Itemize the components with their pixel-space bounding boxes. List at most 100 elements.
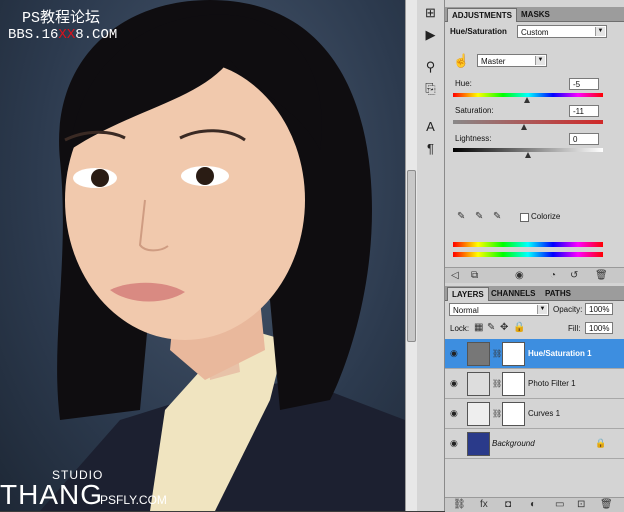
blend-mode-dropdown[interactable]: Normal ▼	[449, 303, 549, 316]
tab-layers[interactable]: LAYERS	[447, 287, 489, 301]
chevron-down-icon: ▼	[595, 27, 605, 36]
right-panels: ADJUSTMENTS MASKS Hue/Saturation Custom ▼…	[445, 0, 624, 512]
background-thumbnail	[467, 432, 490, 456]
tab-paths[interactable]: PATHS	[541, 287, 575, 300]
new-adjustment-icon[interactable]: ◐	[530, 499, 536, 511]
preset-value: Custom	[521, 28, 549, 37]
hue-slider-thumb[interactable]	[523, 97, 530, 103]
targeted-adjustment-icon[interactable]: ☝	[453, 54, 469, 67]
saturation-slider-track[interactable]	[453, 120, 603, 124]
eye-icon[interactable]: ◉	[450, 438, 458, 449]
eyedropper-plus-icon[interactable]: ✎	[475, 211, 483, 223]
adjustment-thumbnail	[467, 342, 490, 366]
eyedropper-icon[interactable]: ✎	[457, 211, 465, 223]
layer-row[interactable]: ◉ ⛓ Photo Filter 1	[445, 369, 624, 399]
lock-icon: 🔒	[595, 438, 607, 448]
colorize-label: Colorize	[531, 212, 561, 221]
eye-icon[interactable]: ◉	[450, 348, 458, 359]
eyedropper-minus-icon[interactable]: ✎	[493, 211, 501, 223]
chain-link-icon[interactable]: ⛓	[492, 348, 502, 360]
layer-style-icon[interactable]: fx	[480, 499, 488, 511]
watermark-title: PS教程论坛	[22, 10, 101, 27]
lock-transparency-icon[interactable]: ▦	[474, 322, 483, 334]
brushes-icon[interactable]: ⚲	[421, 58, 440, 75]
tab-masks[interactable]: MASKS	[517, 8, 554, 21]
layers-footer: ⛓ fx ◘ ◐ ▭ ⊡ 🗑	[445, 497, 624, 512]
tab-channels[interactable]: CHANNELS	[487, 287, 539, 300]
adjustment-title: Hue/Saturation	[450, 27, 507, 36]
watermark-url-a: BBS.16	[8, 27, 59, 43]
view-previous-icon[interactable]: ◔	[550, 270, 556, 282]
adjustments-footer: ◁ ⧉ ◉ ◔ ↺ 🗑	[445, 267, 624, 283]
fill-input[interactable]: 100%	[585, 322, 613, 334]
clip-layer-icon[interactable]: ⧉	[471, 270, 478, 282]
watermark: PS教程论坛 BBS.16XX8.COM	[8, 6, 117, 43]
chevron-down-icon: ▼	[537, 305, 547, 314]
hue-label: Hue:	[455, 79, 472, 88]
chain-link-icon[interactable]: ⛓	[492, 378, 502, 390]
blend-mode-value: Normal	[453, 306, 479, 315]
watermark-url-b: XX	[58, 27, 76, 43]
mask-thumbnail[interactable]	[502, 372, 525, 396]
canvas-scroll-thumb[interactable]	[407, 170, 416, 342]
adjustments-tabbar: ADJUSTMENTS MASKS	[445, 7, 624, 22]
clone-source-icon[interactable]: ⎘	[421, 80, 440, 97]
saturation-label: Saturation:	[455, 106, 494, 115]
back-arrow-icon[interactable]: ◁	[451, 270, 459, 282]
delete-icon[interactable]: 🗑	[595, 270, 608, 282]
actions-icon[interactable]: ▶	[421, 26, 440, 43]
panel-dock-strip: ⊞ ▶ ⚲ ⎘ A ¶	[417, 0, 445, 511]
new-layer-icon[interactable]: ⊡	[577, 499, 585, 511]
lightness-input[interactable]: 0	[569, 133, 599, 145]
layer-name[interactable]: Background	[492, 439, 535, 448]
signature-thang: THANG	[0, 479, 103, 510]
hue-input[interactable]: -5	[569, 78, 599, 90]
mask-thumbnail[interactable]	[502, 342, 525, 366]
mask-thumbnail[interactable]	[502, 402, 525, 426]
hue-bar-bottom	[453, 252, 603, 257]
link-layers-icon[interactable]: ⛓	[453, 499, 466, 511]
layers-tabbar: LAYERS CHANNELS PATHS	[445, 286, 624, 301]
lock-label: Lock:	[450, 324, 470, 333]
layer-row[interactable]: ◉ ⛓ Hue/Saturation 1	[445, 339, 624, 369]
layer-row[interactable]: ◉ ⛓ Curves 1	[445, 399, 624, 429]
portrait-photo	[40, 0, 405, 511]
adjustment-thumbnail	[467, 402, 490, 426]
channel-value: Master	[481, 57, 506, 66]
reset-icon[interactable]: ↺	[570, 270, 578, 282]
lock-position-icon[interactable]: ✥	[500, 322, 508, 334]
document-canvas[interactable]: PS教程论坛 BBS.16XX8.COM STUDIO THANG PSFLY.…	[0, 0, 405, 511]
lightness-slider-thumb[interactable]	[525, 152, 531, 158]
paragraph-icon[interactable]: ¶	[421, 140, 440, 157]
watermark-url: BBS.16XX8.COM	[8, 27, 117, 43]
new-group-icon[interactable]: ▭	[555, 499, 564, 511]
saturation-input[interactable]: -11	[569, 105, 599, 117]
eye-icon[interactable]: ◉	[450, 378, 458, 389]
lock-pixels-icon[interactable]: ✎	[487, 322, 495, 334]
lock-all-icon[interactable]: 🔒	[513, 322, 525, 334]
watermark-url-c: 8.COM	[75, 27, 118, 43]
opacity-input[interactable]: 100%	[585, 303, 613, 315]
visibility-icon[interactable]: ◉	[515, 270, 524, 282]
preset-dropdown[interactable]: Custom ▼	[517, 25, 607, 38]
chain-link-icon[interactable]: ⛓	[492, 408, 502, 420]
saturation-slider-thumb[interactable]	[520, 124, 527, 130]
chevron-down-icon: ▼	[535, 56, 545, 65]
history-icon[interactable]: ⊞	[421, 4, 440, 21]
lightness-label: Lightness:	[455, 134, 492, 143]
hue-bar-top	[453, 242, 603, 247]
character-icon[interactable]: A	[421, 118, 440, 135]
layer-name[interactable]: Hue/Saturation 1	[528, 349, 592, 358]
opacity-label: Opacity:	[553, 305, 583, 314]
layer-name[interactable]: Photo Filter 1	[528, 379, 576, 388]
tab-adjustments[interactable]: ADJUSTMENTS	[447, 8, 518, 22]
delete-layer-icon[interactable]: 🗑	[600, 499, 613, 511]
channel-dropdown[interactable]: Master ▼	[477, 54, 547, 67]
adjustment-thumbnail	[467, 372, 490, 396]
layer-name[interactable]: Curves 1	[528, 409, 560, 418]
eye-icon[interactable]: ◉	[450, 408, 458, 419]
add-mask-icon[interactable]: ◘	[505, 499, 511, 511]
colorize-checkbox[interactable]	[520, 213, 529, 222]
fill-label: Fill:	[568, 324, 581, 333]
layer-row[interactable]: ◉ Background 🔒	[445, 429, 624, 459]
